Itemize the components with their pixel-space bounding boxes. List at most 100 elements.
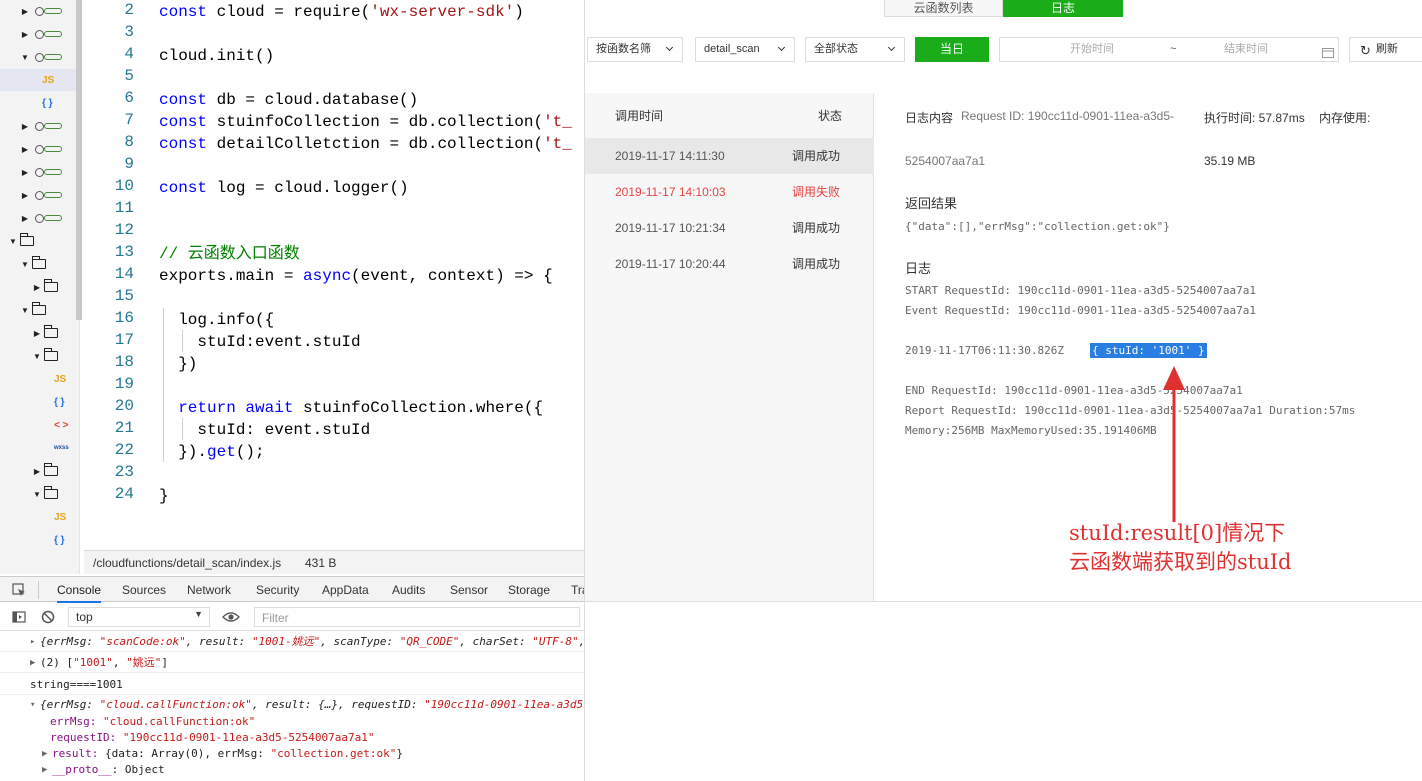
today-button[interactable]: 当日 [915, 37, 989, 62]
devtools-tab-storage[interactable]: Storage [508, 577, 550, 603]
chevron-right-icon[interactable]: ▶ [20, 191, 30, 200]
tree-item[interactable]: < > [44, 414, 68, 436]
devtools-tab-audits[interactable]: Audits [392, 577, 425, 603]
chevron-right-icon[interactable]: ▶ [20, 30, 30, 39]
console-message[interactable]: ▸ {errMsg: "scanCode:ok", result: "1001-姚… [0, 632, 584, 652]
console-message[interactable]: requestID: "190cc11d-0901-11ea-a3d5-5254… [0, 730, 584, 746]
code-token: get [207, 443, 236, 461]
sidebar-toggle-icon[interactable] [12, 610, 26, 624]
tree-item[interactable]: ▼ [20, 299, 46, 321]
chevron-right-icon[interactable]: ▶ [32, 329, 42, 338]
code-token: const [159, 179, 208, 197]
status-filter-select[interactable]: 全部状态 [805, 37, 905, 62]
tree-item[interactable]: { } [44, 391, 65, 413]
annotation-line-2: 云函数端获取到的stuId [1069, 550, 1292, 574]
tree-item[interactable]: { } [44, 529, 65, 551]
chevron-right-icon[interactable]: ▶ [32, 283, 42, 292]
code-line: stuId: event.stuId [159, 419, 370, 441]
eye-icon[interactable] [222, 610, 240, 624]
tree-item[interactable]: ▼ [8, 230, 34, 252]
devtools-tab-security[interactable]: Security [256, 577, 299, 603]
devtools-tab-sources[interactable]: Sources [122, 577, 166, 603]
tree-item[interactable]: ▼ [32, 345, 58, 367]
refresh-button[interactable]: ↻ 刷新 [1349, 37, 1422, 62]
range-separator: ~ [1170, 43, 1177, 55]
console-message[interactable]: errMsg: "cloud.callFunction:ok" [0, 714, 584, 730]
tree-item[interactable]: ▶ [20, 0, 64, 22]
console-filter-input[interactable]: Filter [254, 607, 580, 627]
explorer-scrollbar[interactable] [76, 0, 82, 320]
log-list-row[interactable]: 2019-11-17 14:11:30 调用成功 [585, 138, 874, 174]
memory-value: 35.19 MB [1204, 154, 1256, 168]
chevron-down-icon[interactable]: ▼ [8, 237, 18, 246]
console-message[interactable]: ▶ __proto__: Object [0, 762, 584, 778]
devtools-tab-appdata[interactable]: AppData [322, 577, 369, 603]
clear-console-icon[interactable] [41, 610, 55, 624]
chevron-right-icon[interactable]: ▶ [20, 7, 30, 16]
chevron-right-icon[interactable]: ▶ [32, 467, 42, 476]
folder-icon [32, 302, 46, 315]
console-message[interactable]: string====1001 [0, 675, 584, 695]
console-token: "190cc11d-0901-11ea-a3d5- [424, 698, 584, 711]
context-select[interactable]: top ▼ [68, 607, 210, 627]
tab-logs[interactable]: 日志 [1003, 0, 1123, 17]
chevron-down-icon[interactable]: ▼ [32, 352, 42, 361]
tree-item[interactable]: ▶ [20, 115, 64, 137]
expand-right-icon[interactable]: ▸ [30, 632, 35, 652]
devtools-tab-sensor[interactable]: Sensor [450, 577, 488, 603]
tree-item[interactable]: ▶ [32, 460, 58, 482]
expand-down-icon[interactable]: ▾ [30, 696, 35, 714]
chevron-right-icon[interactable]: ▶ [20, 214, 30, 223]
end-time-input[interactable]: 结束时间 [1224, 38, 1268, 61]
console-message[interactable]: ▾ {errMsg: "cloud.callFunction:ok", resul… [0, 696, 584, 714]
expand-right-icon[interactable]: ▶ [30, 653, 35, 673]
tree-item[interactable]: ▼ [32, 483, 58, 505]
chevron-down-icon[interactable]: ▼ [32, 490, 42, 499]
tree-item[interactable]: ▶ [32, 276, 58, 298]
tree-item[interactable]: JS [44, 506, 66, 528]
code-token: 'wx-server-sdk' [370, 3, 515, 21]
inspect-icon[interactable] [12, 583, 26, 597]
devtools-tab-network[interactable]: Network [187, 577, 231, 603]
file-explorer: ▶ ▶ ▼ JS { } ▶ ▶ ▶ ▶ ▶ ▼ ▼ ▶ ▼ ▶ ▼ JS { } < > wxss ▶ ▼ JS { } [0, 0, 80, 574]
log-list-row[interactable]: 2019-11-17 10:21:34 调用成功 [585, 210, 874, 246]
chevron-down-icon[interactable]: ▼ [20, 260, 30, 269]
console-token: "cloud.callFunction:ok" [99, 698, 252, 711]
file-size: 431 B [305, 556, 337, 570]
chevron-right-icon[interactable]: ▶ [20, 145, 30, 154]
tree-item[interactable]: ▶ [20, 138, 64, 160]
log-list-row[interactable]: 2019-11-17 10:20:44 调用成功 [585, 246, 874, 282]
tree-item[interactable]: ▶ [32, 322, 58, 344]
tree-item[interactable]: ▼ [20, 253, 46, 275]
expand-right-icon[interactable]: ▶ [42, 762, 47, 778]
console-message[interactable]: ▶ result: {data: Array(0), errMsg: "colle… [0, 746, 584, 762]
log-list-row[interactable]: 2019-11-17 14:10:03 调用失败 [585, 174, 874, 210]
code-line: const detailColletction = db.collection(… [159, 133, 572, 155]
tree-item[interactable]: ▶ [20, 207, 64, 229]
tree-item[interactable]: { } [32, 92, 53, 114]
tree-item[interactable]: ▶ [20, 23, 64, 45]
expand-right-icon[interactable]: ▶ [42, 746, 47, 762]
json-file-icon: { } [54, 534, 65, 546]
chevron-down-icon[interactable]: ▼ [20, 53, 30, 62]
devtools-tab-console[interactable]: Console [57, 577, 102, 603]
chevron-down-icon[interactable]: ▼ [20, 306, 30, 315]
tree-item[interactable]: JS [44, 368, 66, 390]
function-filter-select[interactable]: 按函数名筛 [587, 37, 683, 62]
tab-function-list[interactable]: 云函数列表 [884, 0, 1003, 17]
chevron-right-icon[interactable]: ▶ [20, 122, 30, 131]
tree-item[interactable]: ▶ [20, 161, 64, 183]
chevron-right-icon[interactable]: ▶ [20, 168, 30, 177]
start-time-input[interactable]: 开始时间 [1070, 38, 1114, 61]
tree-item[interactable]: ▼ [20, 46, 64, 68]
tree-item[interactable]: JS [0, 69, 76, 91]
function-name-select[interactable]: detail_scan [695, 37, 795, 62]
console-message[interactable]: ▶ (2) ["1001", "姚远"] [0, 653, 584, 673]
tree-item[interactable]: ▶ [20, 184, 64, 206]
code-editor[interactable]: const cloud = require('wx-server-sdk') cl… [159, 0, 584, 550]
tree-item[interactable]: wxss [44, 437, 69, 459]
refresh-label: 刷新 [1376, 43, 1398, 55]
folder-icon [44, 463, 58, 476]
time-range-picker[interactable]: 开始时间 ~ 结束时间 [999, 37, 1339, 62]
console-token: "1001-姚远" [251, 635, 321, 648]
